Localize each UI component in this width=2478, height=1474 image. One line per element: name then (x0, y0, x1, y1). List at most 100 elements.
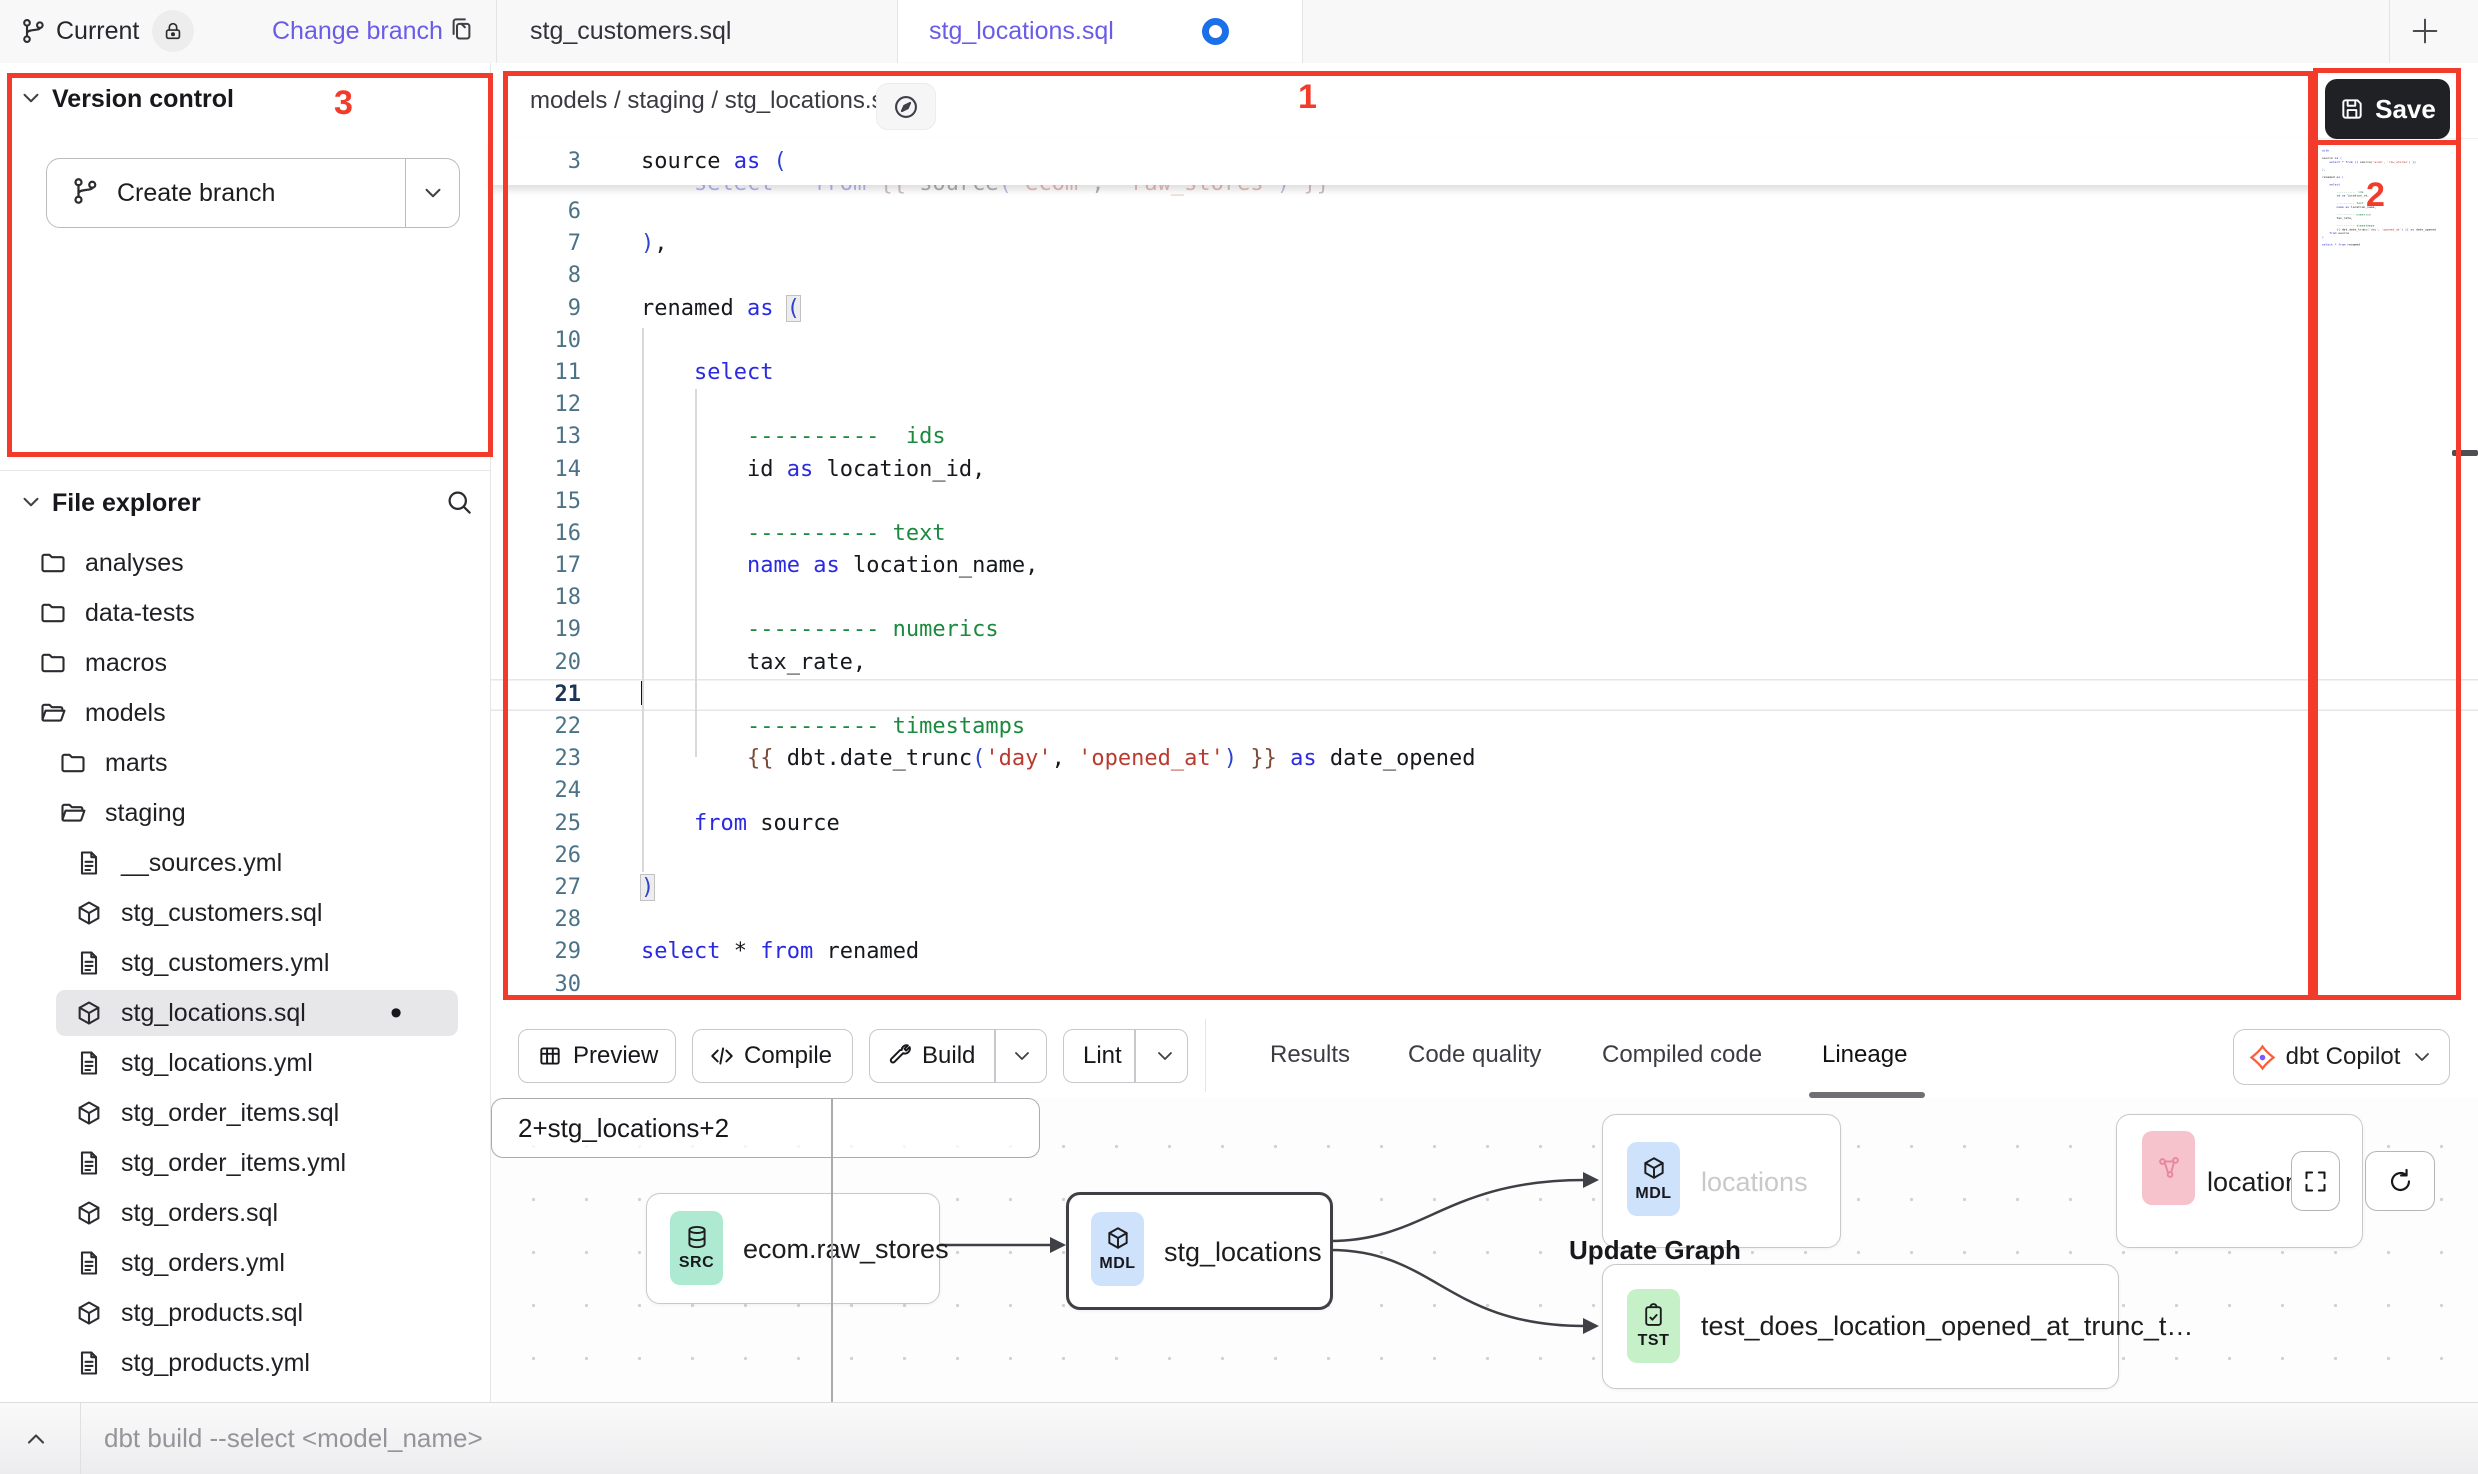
tab-label: stg_customers.sql (530, 17, 731, 46)
file-item[interactable]: marts • (0, 738, 490, 788)
save-label: Save (2375, 94, 2436, 125)
branch-menu-chevron-icon[interactable] (420, 180, 446, 211)
code-line[interactable]: 19 ---------- numerics (491, 614, 2478, 646)
git-branch-icon (71, 176, 101, 211)
code-line[interactable]: 10 (491, 325, 2478, 357)
code-line[interactable]: 8 (491, 260, 2478, 292)
file-item[interactable]: staging • (0, 788, 490, 838)
file-item[interactable]: stg_orders.sql • (0, 1188, 490, 1238)
tab-stg-customers[interactable]: stg_customers.sql (496, 0, 897, 62)
file-name: stg_order_items.sql (121, 1099, 339, 1128)
file-item[interactable]: stg_order_items.yml • (0, 1138, 490, 1188)
refresh-icon (2386, 1167, 2415, 1196)
code-line[interactable]: 13 ---------- ids (491, 421, 2478, 453)
panel-tab-compiled-code[interactable]: Compiled code (1602, 1041, 1762, 1069)
line-content: select * from renamed (593, 936, 919, 968)
code-line[interactable]: 29 select * from renamed (491, 936, 2478, 968)
file-item[interactable]: analyses • (0, 538, 490, 588)
code-line[interactable]: 25 from source (491, 808, 2478, 840)
copy-branch-icon[interactable] (448, 16, 475, 48)
file-icon (74, 1248, 104, 1278)
compile-button[interactable]: Compile (692, 1029, 853, 1083)
panel-tab-code-quality[interactable]: Code quality (1408, 1041, 1541, 1069)
preview-button[interactable]: Preview (518, 1029, 676, 1083)
update-graph-button[interactable]: Update Graph (832, 1098, 2478, 1402)
code-line[interactable]: 30 (491, 969, 2478, 1001)
code-line[interactable]: 6 (491, 196, 2478, 228)
line-number: 29 (491, 936, 593, 968)
badge-label: SRC (679, 1254, 714, 1272)
code-line[interactable]: 12 (491, 389, 2478, 421)
file-item[interactable]: models • (0, 688, 490, 738)
code-line[interactable]: 18 (491, 582, 2478, 614)
code-line[interactable]: 15 (491, 486, 2478, 518)
branch-lock-icon (152, 10, 194, 52)
panel-tab-results[interactable]: Results (1270, 1041, 1350, 1069)
collapse-file-explorer-icon[interactable] (18, 489, 44, 520)
file-name: stg_locations.yml (121, 1049, 313, 1078)
new-tab-button[interactable] (2408, 14, 2442, 53)
dbt-copilot-button[interactable]: dbt Copilot (2233, 1029, 2450, 1085)
code-line[interactable]: 21 (491, 679, 2478, 711)
build-button[interactable]: Build (869, 1029, 1047, 1083)
code-line[interactable]: 17 name as location_name, (491, 550, 2478, 582)
file-item[interactable]: stg_orders.yml • (0, 1238, 490, 1288)
lint-menu-chevron-icon[interactable] (1153, 1044, 1177, 1075)
code-line[interactable]: 22 ---------- timestamps (491, 711, 2478, 743)
code-line[interactable]: 16 ---------- text (491, 518, 2478, 550)
line-content: renamed as ( (593, 293, 800, 325)
minimap[interactable]: with source as ( select * from {{ source… (2322, 149, 2472, 579)
file-item[interactable]: stg_customers.yml • (0, 938, 490, 988)
build-menu-chevron-icon[interactable] (1010, 1044, 1034, 1075)
file-item[interactable]: stg_products.yml • (0, 1338, 490, 1388)
line-number: 13 (491, 421, 593, 453)
line-content: ---------- timestamps (593, 711, 1025, 743)
file-item[interactable]: data-tests • (0, 588, 490, 638)
create-branch-button[interactable]: Create branch (46, 158, 460, 228)
file-item[interactable]: stg_locations.sql • (0, 988, 490, 1038)
code-line[interactable]: 11 select (491, 357, 2478, 389)
fullscreen-button[interactable] (2291, 1151, 2340, 1211)
line-number: 6 (491, 196, 593, 228)
line-number: 15 (491, 486, 593, 518)
code-line[interactable]: 26 (491, 840, 2478, 872)
file-item[interactable]: __sources.yml • (0, 838, 490, 888)
compass-icon (892, 93, 920, 121)
git-branch-icon (20, 17, 48, 50)
code-line[interactable]: 20 tax_rate, (491, 647, 2478, 679)
collapse-version-control-icon[interactable] (18, 85, 44, 116)
save-button[interactable]: Save (2325, 79, 2450, 139)
file-icon (74, 998, 104, 1028)
file-actions-button[interactable] (876, 83, 936, 130)
document-icon (75, 1249, 103, 1277)
document-icon (75, 949, 103, 977)
file-item[interactable]: stg_products.sql • (0, 1288, 490, 1338)
lint-button[interactable]: Lint (1063, 1029, 1188, 1083)
panel-tab-lineage[interactable]: Lineage (1822, 1041, 1907, 1069)
file-name: models (85, 699, 166, 728)
line-number: 17 (491, 550, 593, 582)
code-line[interactable]: 9 renamed as ( (491, 293, 2478, 325)
file-item[interactable]: stg_order_items.sql • (0, 1088, 490, 1138)
file-name: analyses (85, 549, 184, 578)
change-branch-link[interactable]: Change branch (272, 17, 443, 46)
file-item[interactable]: stg_customers.sql • (0, 888, 490, 938)
line-content: name as location_name, (593, 550, 1038, 582)
refresh-button[interactable] (2365, 1151, 2435, 1211)
tab-stg-locations[interactable]: stg_locations.sql (898, 0, 1302, 62)
file-name: macros (85, 649, 167, 678)
code-line[interactable]: 28 (491, 904, 2478, 936)
file-icon (74, 1098, 104, 1128)
code-line[interactable]: 24 (491, 775, 2478, 807)
code-line[interactable]: 14 id as location_id, (491, 454, 2478, 486)
code-line[interactable]: 27 ) (491, 872, 2478, 904)
search-icon[interactable] (444, 487, 474, 522)
expand-command-bar-icon[interactable] (22, 1425, 50, 1458)
code-editor[interactable]: 6 7 ), 8 9 renamed as ( 10 11 select 12 … (491, 196, 2478, 1001)
code-line[interactable]: 7 ), (491, 228, 2478, 260)
file-item[interactable]: stg_locations.yml • (0, 1038, 490, 1088)
code-line[interactable]: 23 {{ dbt.date_trunc('day', 'opened_at')… (491, 743, 2478, 775)
file-item[interactable]: macros • (0, 638, 490, 688)
file-name: stg_order_items.yml (121, 1149, 346, 1178)
command-input[interactable]: dbt build --select <model_name> (104, 1423, 483, 1454)
